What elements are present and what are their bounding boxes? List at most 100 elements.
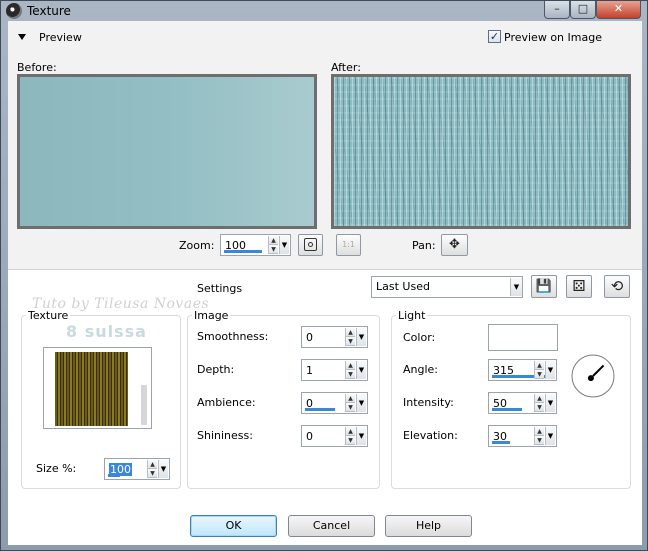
after-label: After:: [331, 61, 361, 74]
spin-down-icon[interactable]: ▼: [535, 436, 544, 445]
angle-dial-knob: [587, 375, 594, 382]
window-title: Texture: [27, 4, 71, 18]
zoom-value-slider: [224, 250, 262, 253]
save-preset-button[interactable]: 💾: [531, 275, 557, 298]
zoom-dropdown-icon[interactable]: ▼: [279, 236, 289, 254]
spin-down-icon[interactable]: ▼: [148, 469, 157, 478]
before-label: Before:: [17, 61, 57, 74]
help-button[interactable]: Help: [385, 515, 472, 537]
preview-section: Preview ✓ Preview on Image Before: After…: [8, 21, 642, 269]
light-row-2-slider: [492, 441, 510, 444]
preset-select[interactable]: Last Used ▼: [371, 276, 523, 298]
randomize-button[interactable]: ⚄: [566, 275, 592, 298]
collapse-preview-icon[interactable]: [18, 34, 26, 40]
light-row-0-field[interactable]: 315 ▲ ▼ ▼: [488, 359, 557, 381]
preview-section-label: Preview: [39, 31, 82, 44]
texture-dialog: Texture – □ ✕ Preview ✓ Preview on Image…: [0, 0, 648, 551]
light-row-0-dropdown-icon[interactable]: ▼: [545, 361, 555, 379]
image-row-label: Smoothness:: [197, 330, 269, 343]
spin-up-icon[interactable]: ▲: [535, 394, 544, 403]
light-row-2-dropdown-icon[interactable]: ▼: [545, 427, 555, 445]
texture-group: Texture 8 sulssa Size %: 100 ▲ ▼ ▼: [21, 309, 181, 489]
size-spinner[interactable]: ▲ ▼: [147, 460, 157, 478]
spin-down-icon[interactable]: ▼: [346, 403, 355, 412]
light-row-1-field[interactable]: 50 ▲ ▼ ▼: [488, 392, 557, 414]
texture-legend: Texture: [26, 309, 71, 322]
minimize-button[interactable]: –: [544, 1, 570, 19]
after-preview[interactable]: [331, 74, 631, 229]
texture-swatch[interactable]: [55, 352, 128, 426]
image-row-2-spinner[interactable]: ▲ ▼: [345, 394, 355, 412]
preset-dropdown-icon[interactable]: ▼: [510, 278, 522, 296]
image-row-3-value: 0: [306, 430, 313, 443]
zoom-spinner[interactable]: ▲ ▼: [268, 236, 278, 254]
size-dropdown-icon[interactable]: ▼: [158, 460, 168, 478]
image-row-0-spinner[interactable]: ▲ ▼: [345, 328, 355, 346]
image-row-0-value: 0: [306, 331, 313, 344]
light-row-2-field[interactable]: 30 ▲ ▼ ▼: [488, 425, 557, 447]
image-legend: Image: [192, 309, 231, 322]
image-row-1-field[interactable]: 1 ▲ ▼ ▼: [301, 359, 368, 381]
spin-up-icon[interactable]: ▲: [346, 427, 355, 436]
watermark-logo: 8 sulssa: [66, 322, 147, 341]
pan-button[interactable]: ✥: [441, 234, 468, 256]
spin-up-icon[interactable]: ▲: [535, 361, 544, 370]
light-row-label: Intensity:: [403, 396, 454, 409]
light-row-1-dropdown-icon[interactable]: ▼: [545, 394, 555, 412]
maximize-button[interactable]: □: [570, 1, 596, 19]
close-button[interactable]: ✕: [596, 1, 641, 19]
settings-section: Tuto by Tileusa Novaes Settings Last Use…: [8, 269, 642, 545]
pan-icon: ✥: [449, 237, 460, 252]
zoom-field[interactable]: 100 ▲ ▼ ▼: [220, 234, 291, 256]
preview-on-image-label[interactable]: Preview on Image: [504, 31, 602, 44]
light-row-1-slider: [492, 408, 522, 411]
spin-down-icon[interactable]: ▼: [269, 245, 278, 254]
preview-on-image-checkbox[interactable]: ✓: [488, 30, 501, 43]
actual-size-button[interactable]: 1:1: [336, 234, 361, 256]
light-row-1-spinner[interactable]: ▲ ▼: [534, 394, 544, 412]
image-group: Image Smoothness: 0 ▲ ▼ ▼ Depth: 1 ▲ ▼ ▼ Ambience:…: [187, 309, 380, 489]
light-row-2-spinner[interactable]: ▲ ▼: [534, 427, 544, 445]
cancel-button[interactable]: Cancel: [288, 515, 375, 537]
image-row-label: Shininess:: [197, 429, 253, 442]
before-preview[interactable]: [17, 74, 317, 229]
camera-icon: [6, 3, 22, 19]
size-label: Size %:: [36, 462, 77, 475]
spin-down-icon[interactable]: ▼: [346, 370, 355, 379]
image-row-1-dropdown-icon[interactable]: ▼: [356, 361, 366, 379]
angle-dial-icon[interactable]: [570, 353, 616, 399]
spin-down-icon[interactable]: ▼: [535, 370, 544, 379]
spin-up-icon[interactable]: ▲: [346, 328, 355, 337]
zoom-to-fit-button[interactable]: [298, 234, 323, 256]
image-row-3-dropdown-icon[interactable]: ▼: [356, 427, 366, 445]
reset-button[interactable]: ⟲: [604, 275, 630, 298]
title-bar[interactable]: Texture – □ ✕: [1, 1, 647, 21]
dialog-body: Preview ✓ Preview on Image Before: After…: [8, 21, 642, 545]
light-color-swatch[interactable]: [488, 324, 558, 351]
image-row-0-dropdown-icon[interactable]: ▼: [356, 328, 366, 346]
spin-up-icon[interactable]: ▲: [535, 427, 544, 436]
spin-up-icon[interactable]: ▲: [346, 394, 355, 403]
spin-up-icon[interactable]: ▲: [269, 236, 278, 245]
light-color-label: Color:: [403, 331, 436, 344]
texture-swatch-scrollbar[interactable]: [141, 385, 147, 425]
image-row-2-field[interactable]: 0 ▲ ▼ ▼: [301, 392, 368, 414]
spin-down-icon[interactable]: ▼: [346, 337, 355, 346]
image-row-3-field[interactable]: 0 ▲ ▼ ▼: [301, 425, 368, 447]
spin-up-icon[interactable]: ▲: [346, 361, 355, 370]
spin-down-icon[interactable]: ▼: [346, 436, 355, 445]
image-row-0-field[interactable]: 0 ▲ ▼ ▼: [301, 326, 368, 348]
light-row-0-spinner[interactable]: ▲ ▼: [534, 361, 544, 379]
spin-down-icon[interactable]: ▼: [535, 403, 544, 412]
texture-swatch-frame[interactable]: [43, 347, 152, 429]
floppy-icon: 💾: [535, 279, 553, 294]
image-row-3-spinner[interactable]: ▲ ▼: [345, 427, 355, 445]
light-legend: Light: [396, 309, 428, 322]
image-row-1-spinner[interactable]: ▲ ▼: [345, 361, 355, 379]
size-field[interactable]: 100 ▲ ▼ ▼: [104, 458, 170, 480]
ok-button[interactable]: OK: [190, 515, 277, 537]
image-row-label: Depth:: [197, 363, 235, 376]
preset-value: Last Used: [376, 280, 430, 293]
spin-up-icon[interactable]: ▲: [148, 460, 157, 469]
image-row-2-dropdown-icon[interactable]: ▼: [356, 394, 366, 412]
